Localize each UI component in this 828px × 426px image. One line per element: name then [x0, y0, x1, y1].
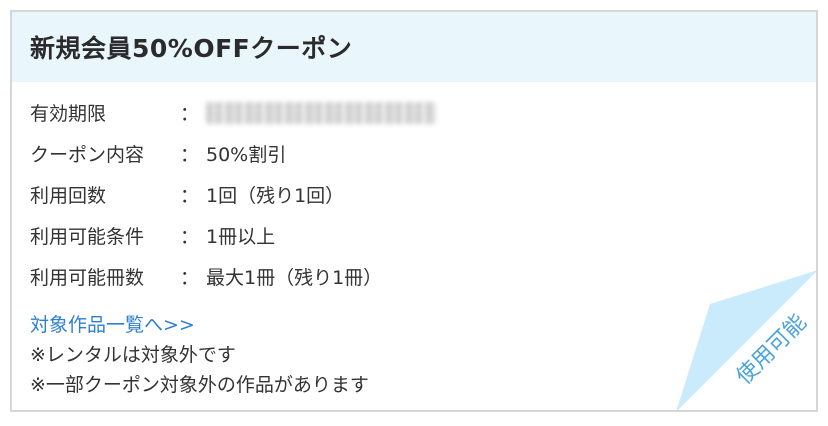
usage-count-label: 利用回数 [30, 185, 107, 207]
expiry-value-redacted [206, 101, 436, 124]
colon: ： [180, 185, 200, 207]
colon: ： [180, 226, 200, 248]
detail-row-content: クーポン内容 ： 50%割引 [30, 133, 436, 174]
available-status-corner: 使用可能 [676, 270, 816, 410]
book-count-value: 最大1冊（残り1冊） [206, 267, 383, 289]
book-count-label: 利用可能冊数 [30, 267, 145, 289]
colon: ： [180, 267, 200, 289]
expiry-label: 有効期限 [30, 103, 107, 125]
note-rental-excluded: ※レンタルは対象外です [30, 344, 236, 366]
coupon-details: 有効期限 ： クーポン内容 ： 50%割引 利用回数 ： 1回（残り1回） 利用… [30, 92, 436, 297]
condition-label: 利用可能条件 [30, 226, 145, 248]
detail-row-book-count: 利用可能冊数 ： 最大1冊（残り1冊） [30, 256, 436, 297]
detail-row-condition: 利用可能条件 ： 1冊以上 [30, 215, 436, 256]
coupon-title: 新規会員50%OFFクーポン [30, 34, 353, 63]
usage-count-value: 1回（残り1回） [206, 185, 345, 207]
colon: ： [180, 103, 200, 125]
colon: ： [180, 144, 200, 166]
target-titles-link[interactable]: 対象作品一覧へ>> [30, 310, 195, 337]
coupon-header: 新規会員50%OFFクーポン [12, 12, 816, 82]
coupon-card: 新規会員50%OFFクーポン 有効期限 ： クーポン内容 ： 50%割引 利用回… [10, 10, 818, 412]
detail-row-usage-count: 利用回数 ： 1回（残り1回） [30, 174, 436, 215]
detail-row-expiry: 有効期限 ： [30, 92, 436, 133]
content-value: 50%割引 [206, 144, 287, 166]
coupon-notes: ※レンタルは対象外です ※一部クーポン対象外の作品があります [30, 340, 369, 400]
redacted-blur [206, 101, 436, 124]
condition-value: 1冊以上 [206, 226, 276, 248]
content-label: クーポン内容 [30, 144, 145, 166]
note-some-excluded: ※一部クーポン対象外の作品があります [30, 374, 369, 396]
